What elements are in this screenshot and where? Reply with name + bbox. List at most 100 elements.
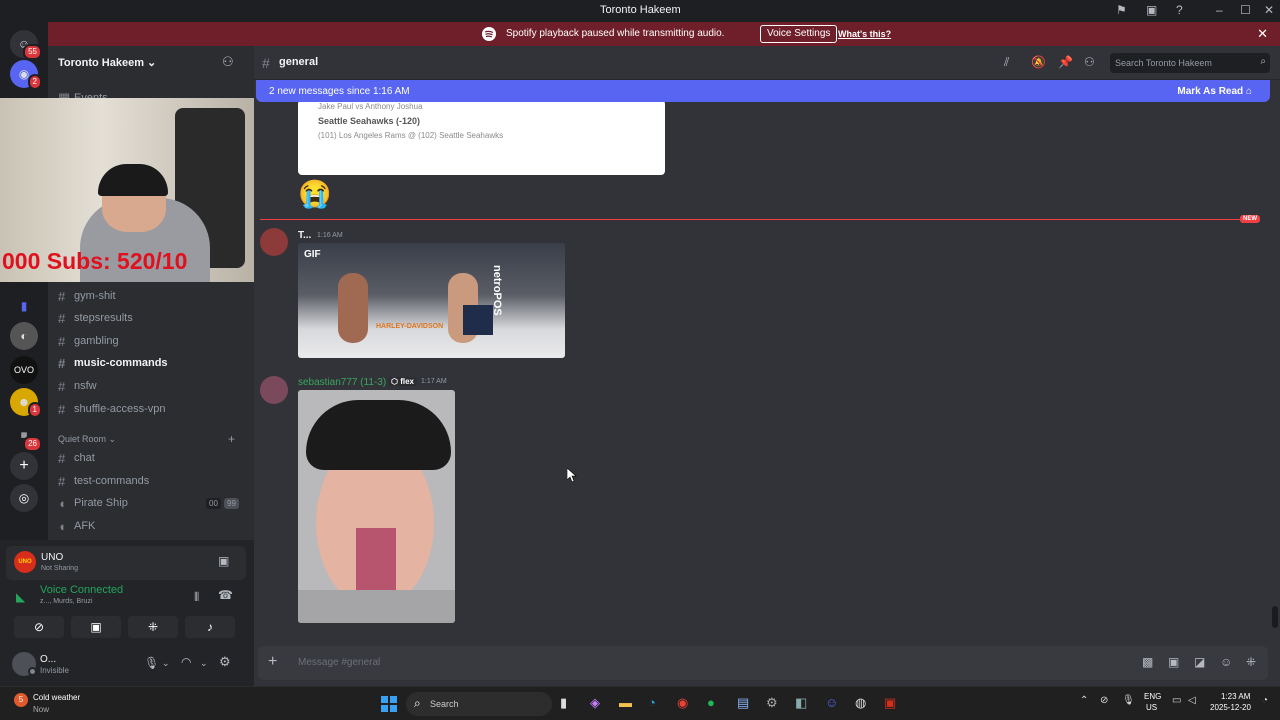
message-input[interactable]: Message #general xyxy=(298,657,380,668)
voice-channel-afk[interactable]: ◖ AFK xyxy=(58,516,246,536)
gift-icon[interactable]: ▩ xyxy=(1142,655,1153,669)
message-author[interactable]: sebastian777 (11-3) xyxy=(298,377,386,388)
chrome-icon[interactable]: ◉ xyxy=(677,695,688,711)
weather-title[interactable]: Cold weather xyxy=(33,693,80,702)
channel-music-commands[interactable]: # music-commands xyxy=(58,353,246,373)
whats-this-link[interactable]: What's this? xyxy=(838,29,891,39)
close-icon[interactable]: ✕ xyxy=(1257,26,1268,42)
minimize-button[interactable]: – xyxy=(1216,3,1223,17)
microphone-icon[interactable]: 🎙 xyxy=(144,656,159,670)
start-button[interactable] xyxy=(381,696,397,712)
user-status: Invisible xyxy=(40,666,69,675)
copilot-icon[interactable]: ◈ xyxy=(590,695,600,711)
scrollbar-thumb[interactable] xyxy=(1272,606,1278,628)
server-badge: 26 xyxy=(23,436,42,452)
add-attachment-icon[interactable]: + xyxy=(268,653,277,671)
add-channel-icon[interactable]: + xyxy=(228,432,235,446)
chevron-down-icon[interactable]: ⌄ xyxy=(200,658,208,669)
new-messages-bar[interactable]: 2 new messages since 1:16 AM Mark As Rea… xyxy=(256,80,1270,102)
taskbar-search[interactable]: ⌕ Search xyxy=(406,692,552,716)
edge-icon[interactable]: ◔ xyxy=(648,695,656,710)
monitor-icon[interactable]: ▣ xyxy=(1146,3,1157,17)
activity-card: UNO UNO Not Sharing ▣ xyxy=(6,546,246,580)
spotify-icon[interactable]: ● xyxy=(707,695,715,710)
fight-gif[interactable]: GIF netroPOS HARLEY-DAVIDSON xyxy=(298,243,565,358)
search-input[interactable]: Search Toronto Hakeem ⌕ xyxy=(1110,53,1270,73)
speaker-icon: ◖ xyxy=(58,495,66,511)
add-server-icon[interactable]: + xyxy=(10,452,38,480)
disconnect-icon[interactable]: ☎ xyxy=(218,588,233,602)
server-icon[interactable]: ☻ 1 xyxy=(10,388,42,418)
obs-icon[interactable]: ◍ xyxy=(855,695,866,711)
share-activity-icon[interactable]: ▣ xyxy=(218,554,229,568)
noise-suppression-icon[interactable]: ⦀ xyxy=(194,590,199,605)
channel-gym-shit[interactable]: # gym-shit xyxy=(58,286,246,306)
chevron-down-icon[interactable]: ⌄ xyxy=(162,658,170,669)
discover-icon[interactable]: ◎ xyxy=(10,484,38,512)
settings-icon[interactable]: ⚙ xyxy=(219,654,231,670)
screen-share-button[interactable]: ▣ xyxy=(71,616,121,638)
activities-button[interactable]: ⁜ xyxy=(128,616,178,638)
notifications-icon[interactable]: ◔ xyxy=(1262,695,1268,706)
selfie-image[interactable] xyxy=(298,390,455,623)
message-author[interactable]: T... xyxy=(298,230,311,241)
weather-badge[interactable]: 5 xyxy=(14,693,28,707)
task-view-icon[interactable]: ▮ xyxy=(560,695,567,711)
display-icon[interactable]: ▭ xyxy=(1172,695,1181,706)
server-icon[interactable]: ▦ 26 xyxy=(10,422,42,452)
threads-icon[interactable]: ⫽ xyxy=(1004,55,1009,70)
direct-messages-icon[interactable]: ☺ 55 xyxy=(10,30,42,60)
member-list-icon[interactable]: ⚇ xyxy=(1084,55,1095,69)
file-explorer-icon[interactable]: ▬ xyxy=(619,695,632,710)
hash-icon: # xyxy=(58,288,66,304)
camera-off-button[interactable]: ⊘ xyxy=(14,616,64,638)
notification-icon[interactable]: 🔕 xyxy=(1031,55,1046,69)
folder-icon[interactable]: ▮ xyxy=(10,292,38,320)
message-composer[interactable]: + Message #general ▩ ▣ ◪ ☺ ⁜ xyxy=(258,646,1268,680)
server-icon[interactable]: ◐ xyxy=(10,322,38,350)
volume-icon[interactable]: ◁ xyxy=(1188,695,1196,706)
voice-members: z..., Murds, Bruzi xyxy=(40,598,93,605)
channel-chat[interactable]: # chat xyxy=(58,448,246,468)
category-quiet-room[interactable]: Quiet Room ⌄ xyxy=(58,429,246,449)
chevron-up-icon[interactable]: ⌃ xyxy=(1080,695,1088,706)
guild-name[interactable]: Toronto Hakeem ⌄ xyxy=(58,56,156,69)
gif-icon[interactable]: ▣ xyxy=(1168,655,1179,669)
channel-nsfw[interactable]: # nsfw xyxy=(58,376,246,396)
channel-test-commands[interactable]: # test-commands xyxy=(58,471,246,491)
emoji-icon[interactable]: ☺ xyxy=(1220,655,1232,669)
soundboard-button[interactable]: ♪ xyxy=(185,616,235,638)
notepad-icon[interactable]: ▤ xyxy=(737,695,749,711)
avatar[interactable] xyxy=(260,228,288,256)
subs-counter: 000 Subs: 520/10 xyxy=(2,248,188,274)
add-friend-icon[interactable]: ⚇ xyxy=(222,54,234,70)
pin-icon[interactable]: 📌 xyxy=(1058,55,1073,69)
mark-as-read-button[interactable]: Mark As Read ⌂ xyxy=(1177,86,1252,97)
help-icon[interactable]: ? xyxy=(1176,3,1183,17)
microphone-icon[interactable]: 🎙 xyxy=(1122,695,1135,706)
region-indicator: US xyxy=(1146,703,1158,712)
voice-settings-button[interactable]: Voice Settings xyxy=(760,25,838,43)
voice-channel-pirate-ship[interactable]: ◖ Pirate Ship 00 99 xyxy=(58,493,246,513)
network-icon[interactable]: ⊘ xyxy=(1100,695,1108,706)
channel-gambling[interactable]: # gambling xyxy=(58,331,246,351)
voice-status[interactable]: Voice Connected xyxy=(40,584,123,596)
sticker-icon[interactable]: ◪ xyxy=(1194,655,1205,669)
clock-time[interactable]: 1:23 AM xyxy=(1221,692,1250,701)
server-ovo-icon[interactable]: OVO xyxy=(10,356,38,384)
server-icon[interactable]: ◉ 2 xyxy=(10,60,42,90)
maximize-button[interactable]: ☐ xyxy=(1240,3,1251,17)
language-indicator[interactable]: ENG xyxy=(1144,692,1161,701)
channel-shuffle-access-vpn[interactable]: # shuffle-access-vpn xyxy=(58,399,246,419)
inbox-icon[interactable]: ⚑ xyxy=(1116,3,1127,17)
close-window-button[interactable]: ✕ xyxy=(1264,3,1274,17)
settings-icon[interactable]: ⚙ xyxy=(766,695,778,711)
avatar[interactable] xyxy=(260,376,288,404)
discord-icon[interactable]: ☺ xyxy=(825,695,838,710)
apps-icon[interactable]: ⁜ xyxy=(1246,655,1256,669)
channel-stepsresults[interactable]: # stepsresults xyxy=(58,308,246,328)
headset-icon[interactable]: ◠ xyxy=(181,655,191,669)
uno-icon[interactable]: ▣ xyxy=(884,695,896,711)
message-time: 1:16 AM xyxy=(317,232,343,239)
app-icon[interactable]: ◧ xyxy=(795,695,807,711)
